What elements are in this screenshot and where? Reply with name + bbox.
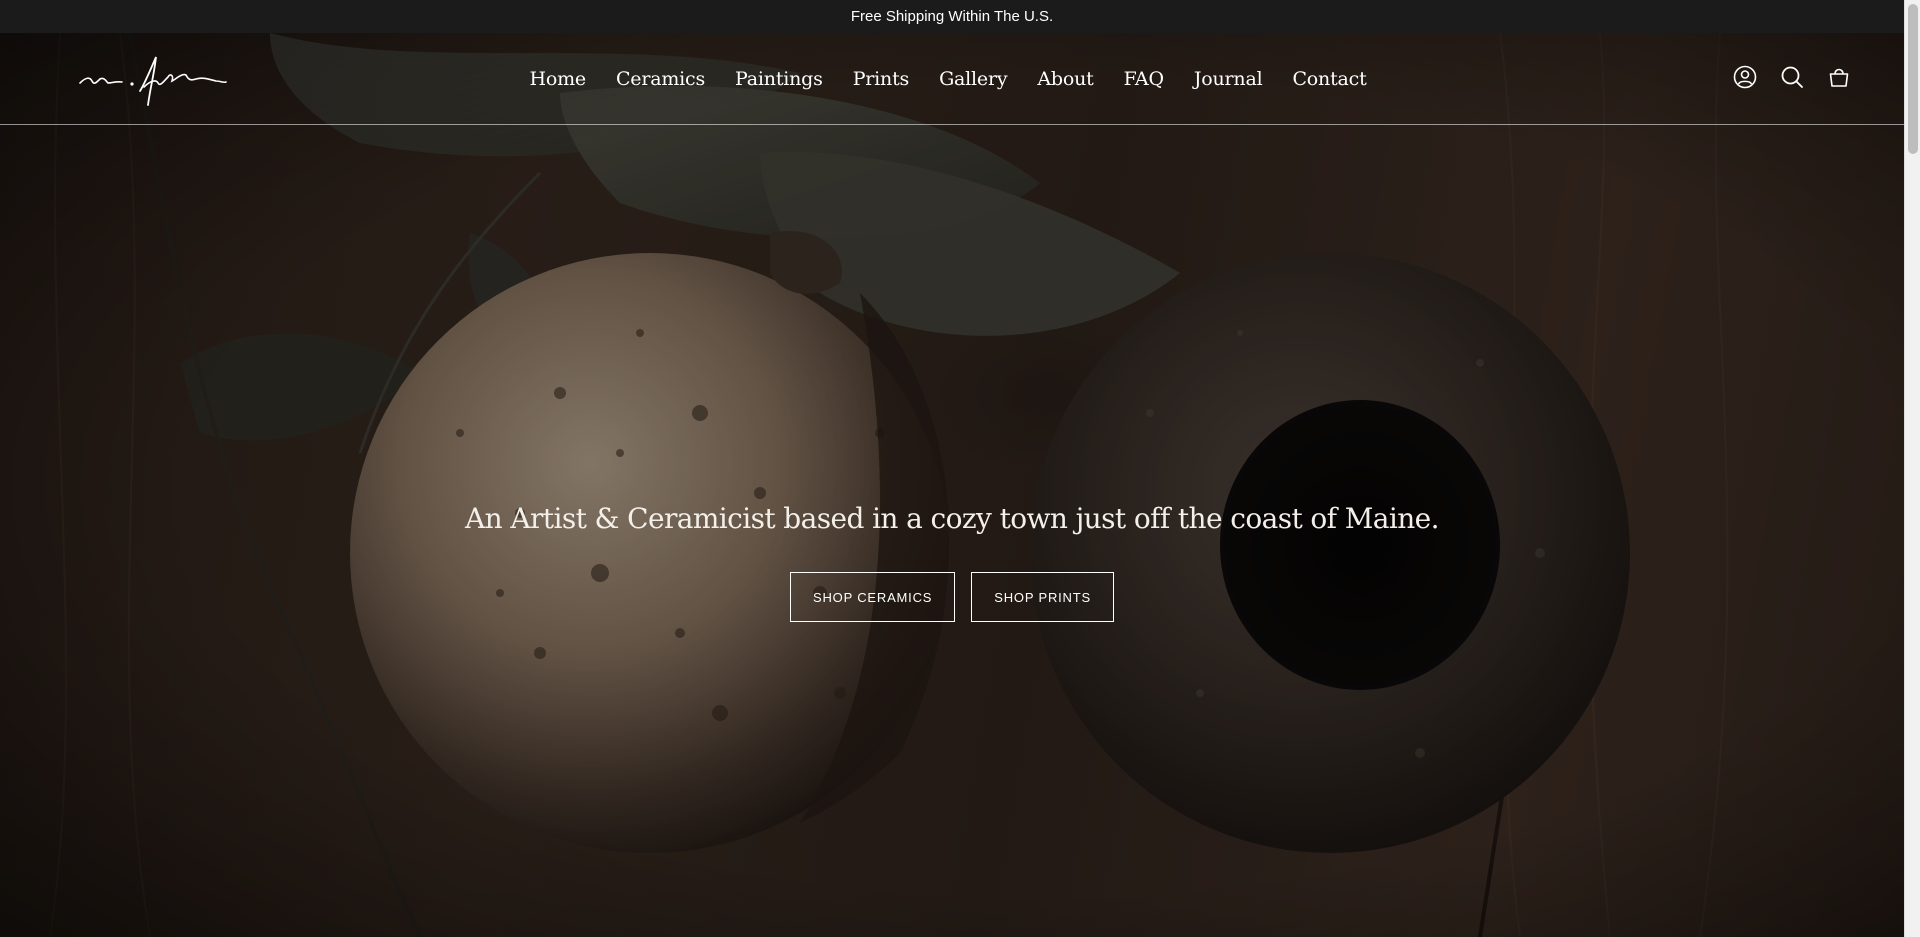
page-scrollbar[interactable] <box>1904 0 1920 937</box>
account-icon[interactable] <box>1732 64 1758 90</box>
nav-paintings[interactable]: Paintings <box>735 68 823 90</box>
nav-contact[interactable]: Contact <box>1292 68 1366 90</box>
site-header: Home Ceramics Paintings Prints Gallery A… <box>0 33 1904 125</box>
hero-content: An Artist & Ceramicist based in a cozy t… <box>0 496 1904 622</box>
hero-overlay <box>0 33 1904 937</box>
page: Free Shipping Within The U.S. Home Ceram… <box>0 0 1920 937</box>
cart-icon[interactable] <box>1826 64 1852 90</box>
hero-heading: An Artist & Ceramicist based in a cozy t… <box>465 502 1440 535</box>
nav-about[interactable]: About <box>1037 68 1093 90</box>
announcement-text: Free Shipping Within The U.S. <box>850 8 1054 25</box>
nav-gallery[interactable]: Gallery <box>939 68 1008 90</box>
main-nav: Home Ceramics Paintings Prints Gallery A… <box>0 33 1904 125</box>
scrollbar-thumb[interactable] <box>1908 4 1918 154</box>
nav-ceramics[interactable]: Ceramics <box>616 68 705 90</box>
signature-logo[interactable] <box>78 51 228 107</box>
nav-faq[interactable]: FAQ <box>1124 68 1164 90</box>
header-actions <box>1732 64 1852 90</box>
shop-ceramics-button[interactable]: SHOP CERAMICS <box>790 572 956 622</box>
nav-prints[interactable]: Prints <box>853 68 910 90</box>
hero-section <box>0 33 1904 937</box>
search-icon[interactable] <box>1779 64 1805 90</box>
hero-buttons: SHOP CERAMICS SHOP PRINTS <box>0 572 1904 622</box>
nav-journal[interactable]: Journal <box>1194 68 1263 90</box>
announcement-bar: Free Shipping Within The U.S. <box>0 0 1904 33</box>
shop-prints-button[interactable]: SHOP PRINTS <box>971 572 1114 622</box>
nav-home[interactable]: Home <box>529 68 586 90</box>
